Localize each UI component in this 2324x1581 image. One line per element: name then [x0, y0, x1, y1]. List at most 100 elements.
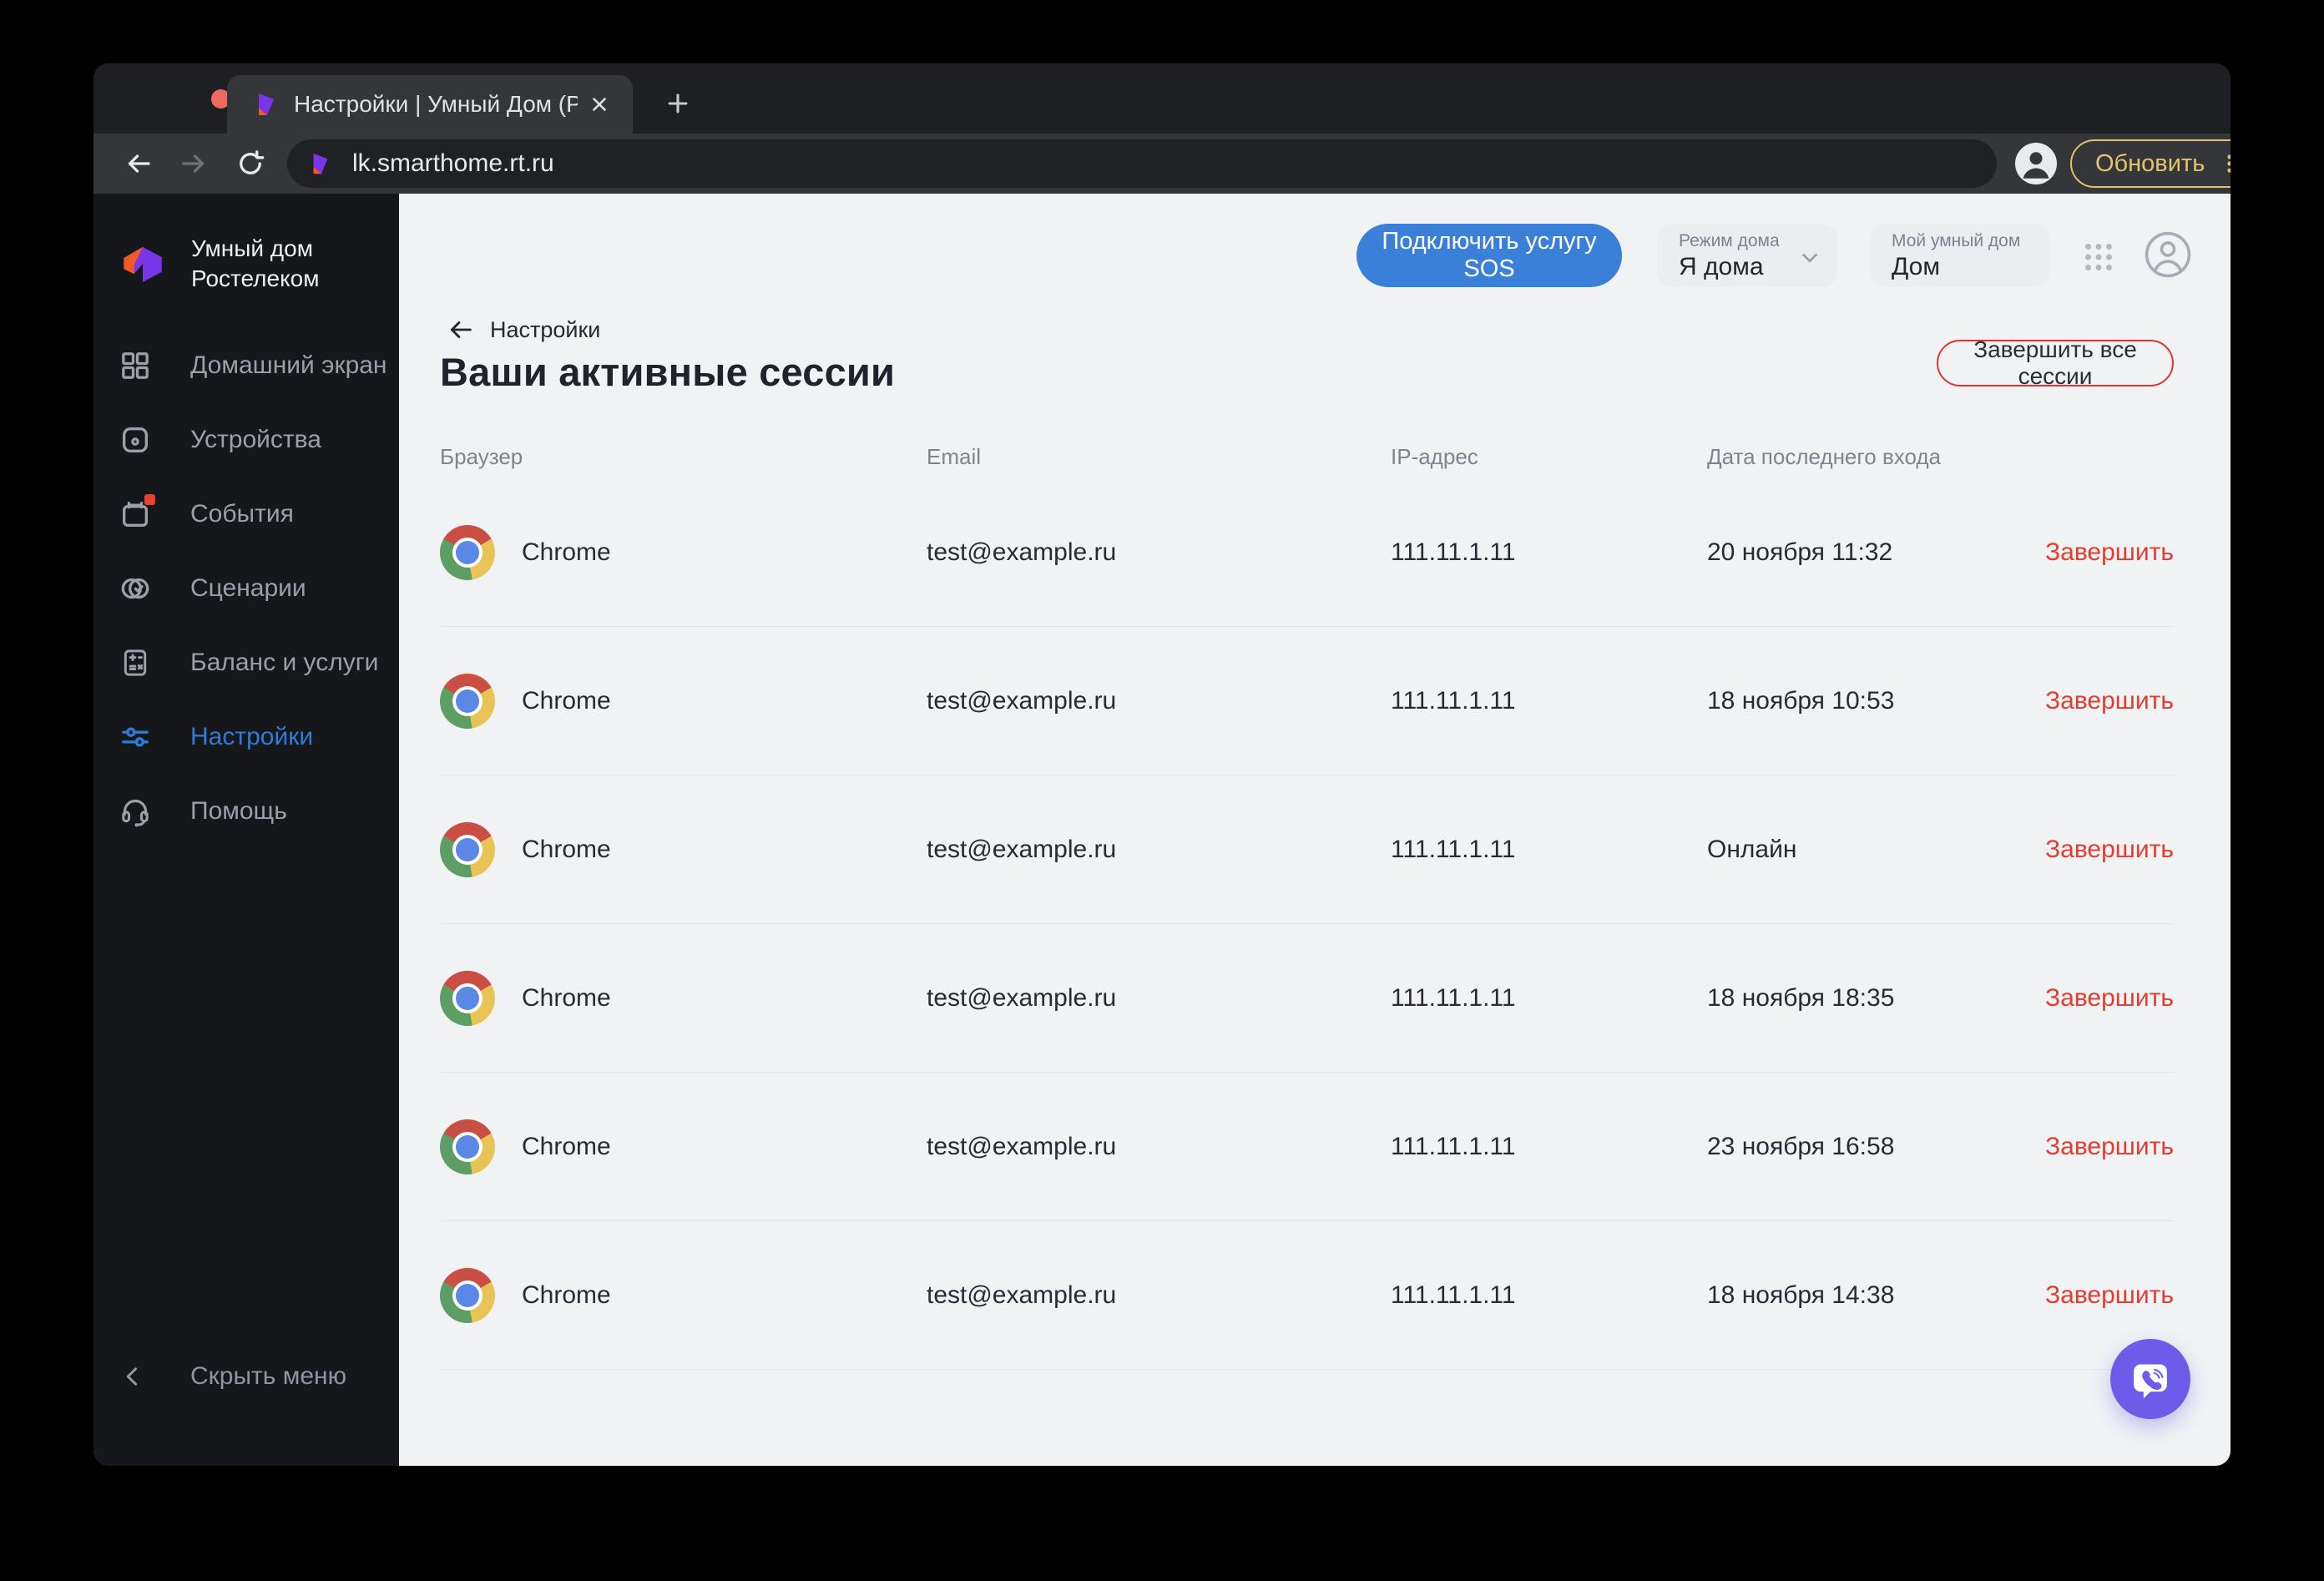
my-home-selector[interactable]: Мой умный дом Дом: [1870, 224, 2050, 287]
column-header-date: Дата последнего входа: [1707, 444, 1942, 469]
app-logo[interactable]: Умный дом Ростелеком: [119, 234, 319, 294]
table-row: Chrome test@example.ru 111.11.1.11 23 ноябр…: [399, 1073, 2231, 1221]
session-browser: Chrome: [522, 687, 611, 715]
sidebar-item-label: Сценарии: [190, 573, 306, 602]
balance-icon: [119, 646, 152, 679]
breadcrumb-label: Настройки: [490, 316, 601, 342]
session-browser: Chrome: [522, 1281, 611, 1309]
session-browser: Chrome: [522, 984, 611, 1012]
session-last-login: 18 ноября 14:38: [1707, 1281, 1895, 1309]
session-ip: 111.11.1.11: [1391, 984, 1516, 1012]
calendar-icon: [119, 493, 155, 531]
tab-title: Настройки | Умный Дом (Рос: [294, 91, 578, 117]
sidebar-item-label: События: [190, 499, 294, 528]
collapse-menu-label: Скрыть меню: [190, 1362, 347, 1390]
sidebar-item-events[interactable]: События: [93, 477, 399, 551]
address-bar[interactable]: lk.smarthome.rt.ru: [287, 139, 1997, 188]
back-button[interactable]: [115, 140, 162, 187]
chevron-left-icon: [126, 1367, 138, 1386]
chrome-browser-icon: [440, 971, 495, 1026]
collapse-menu-button[interactable]: Скрыть меню: [119, 1362, 346, 1391]
session-last-login: 20 ноября 11:32: [1707, 538, 1893, 566]
home-mode-dropdown[interactable]: Режим дома Я дома: [1657, 224, 1837, 287]
sidebar-item-label: Настройки: [190, 722, 314, 750]
browser-profile-avatar[interactable]: [2015, 143, 2057, 184]
sidebar-item-help[interactable]: Помощь: [93, 774, 399, 848]
sidebar-item-home-screen[interactable]: Домашний экран: [93, 328, 399, 402]
session-email: test@example.ru: [927, 1133, 1117, 1160]
end-session-link[interactable]: Завершить: [2045, 687, 2174, 715]
session-email: test@example.ru: [927, 1281, 1117, 1309]
session-browser: Chrome: [522, 836, 611, 863]
end-session-link[interactable]: Завершить: [2045, 1281, 2174, 1310]
column-header-browser: Браузер: [440, 444, 523, 469]
end-session-link[interactable]: Завершить: [2045, 836, 2174, 864]
chrome-browser-icon: [440, 1268, 495, 1323]
sidebar-item-label: Помощь: [190, 796, 287, 825]
viber-chat-button[interactable]: [2110, 1339, 2190, 1419]
my-home-value: Дом: [1892, 253, 1940, 280]
end-session-link[interactable]: Завершить: [2045, 1133, 2174, 1161]
sessions-table: Chrome test@example.ru 111.11.1.11 20 ноябр…: [399, 478, 2231, 1370]
chrome-update-button[interactable]: Обновить: [2070, 139, 2231, 188]
sidebar: Умный дом Ростелеком Домашний экран Устро…: [93, 194, 399, 1466]
browser-toolbar: lk.smarthome.rt.ru Обновить: [93, 134, 2231, 194]
session-ip: 111.11.1.11: [1391, 1281, 1516, 1309]
table-row: Chrome test@example.ru 111.11.1.11 Онлайн За…: [399, 775, 2231, 924]
table-row: Chrome test@example.ru 111.11.1.11 18 ноябр…: [399, 627, 2231, 775]
session-last-login: Онлайн: [1707, 836, 1797, 863]
url-text: lk.smarthome.rt.ru: [352, 149, 554, 177]
smarthome-logo-icon: [124, 246, 162, 282]
table-row: Chrome test@example.ru 111.11.1.11 18 ноябр…: [399, 924, 2231, 1073]
my-home-label: Мой умный дом: [1892, 231, 2021, 250]
session-ip: 111.11.1.11: [1391, 687, 1516, 715]
page-title: Ваши активные сессии: [440, 350, 896, 394]
chrome-browser-icon: [440, 525, 495, 580]
column-header-email: Email: [927, 444, 982, 469]
notification-badge: [144, 493, 155, 505]
forward-button[interactable]: [170, 140, 217, 187]
sidebar-item-label: Баланс и услуги: [190, 648, 379, 676]
new-tab-button[interactable]: [654, 80, 701, 127]
column-header-ip: IP-адрес: [1391, 444, 1478, 469]
sidebar-item-balance[interactable]: Баланс и услуги: [93, 625, 399, 700]
breadcrumb-back[interactable]: Настройки: [447, 316, 600, 344]
session-ip: 111.11.1.11: [1391, 1133, 1516, 1160]
chrome-browser-icon: [440, 674, 495, 729]
session-last-login: 18 ноября 10:53: [1707, 687, 1895, 715]
browser-menu-icon[interactable]: [2218, 152, 2231, 175]
session-browser: Chrome: [522, 538, 611, 566]
sidebar-item-label: Домашний экран: [190, 351, 387, 379]
browser-tab[interactable]: Настройки | Умный Дом (Рос: [227, 75, 633, 134]
user-avatar[interactable]: [2144, 230, 2192, 279]
main-content: Подключить услугу SOS Режим дома Я дома …: [399, 194, 2231, 1466]
session-last-login: 23 ноября 16:58: [1707, 1133, 1895, 1160]
sidebar-item-scenarios[interactable]: Сценарии: [93, 551, 399, 625]
apps-grid-icon[interactable]: [2082, 240, 2115, 274]
scenarios-icon: [119, 572, 152, 605]
chrome-browser-icon: [440, 822, 495, 877]
connect-sos-button[interactable]: Подключить услугу SOS: [1357, 224, 1622, 287]
sidebar-item-devices[interactable]: Устройства: [93, 402, 399, 477]
update-label: Обновить: [2095, 149, 2205, 177]
table-row: Chrome test@example.ru 111.11.1.11 20 ноябр…: [399, 478, 2231, 627]
back-arrow-icon: [450, 321, 472, 338]
sidebar-nav: Домашний экран Устройства События Сценарии Б…: [93, 328, 399, 848]
end-session-link[interactable]: Завершить: [2045, 984, 2174, 1013]
chevron-down-icon: [1797, 245, 1822, 275]
headset-icon: [119, 795, 152, 828]
tab-close-icon[interactable]: [583, 88, 616, 121]
session-email: test@example.ru: [927, 836, 1117, 863]
browser-window: Настройки | Умный Дом (Рос lk.smarthome.…: [93, 63, 2231, 1466]
session-email: test@example.ru: [927, 538, 1117, 566]
desktop-background: Настройки | Умный Дом (Рос lk.smarthome.…: [0, 0, 2324, 1581]
session-ip: 111.11.1.11: [1391, 836, 1516, 863]
end-all-sessions-button[interactable]: Завершить все сессии: [1937, 336, 2174, 389]
smarthome-favicon-icon: [259, 93, 274, 115]
tab-strip: Настройки | Умный Дом (Рос: [93, 63, 2231, 134]
reload-button[interactable]: [227, 140, 274, 187]
end-session-link[interactable]: Завершить: [2045, 538, 2174, 567]
smarthome-favicon-icon: [313, 153, 328, 174]
session-ip: 111.11.1.11: [1391, 538, 1516, 566]
sidebar-item-settings[interactable]: Настройки: [93, 700, 399, 774]
